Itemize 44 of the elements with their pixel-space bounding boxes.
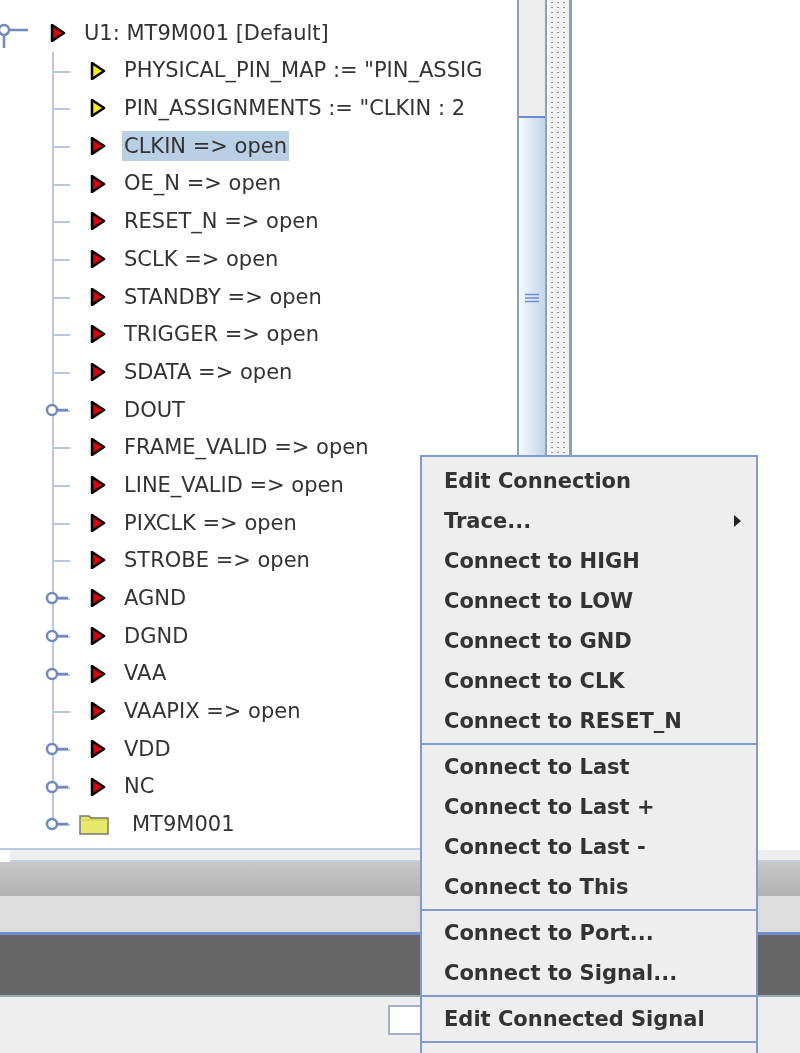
tree-node[interactable]: VAA: [122, 658, 169, 689]
menu-item[interactable]: Connect to Port...: [422, 913, 756, 953]
menu-item[interactable]: Connect to HIGH: [422, 541, 756, 581]
collapsed-handle-icon[interactable]: [44, 401, 70, 418]
menu-item[interactable]: Connect to Last -: [422, 827, 756, 867]
tree-node[interactable]: PIN_ASSIGNMENTS := "CLKIN : 2: [122, 93, 468, 124]
tree-node[interactable]: DOUT: [122, 394, 187, 425]
collapsed-handle-icon[interactable]: [44, 816, 70, 833]
tree-node[interactable]: CLKIN => open: [122, 130, 289, 162]
tree-node[interactable]: LINE_VALID => open: [122, 469, 346, 501]
tree-node[interactable]: PHYSICAL_PIN_MAP := "PIN_ASSIG: [122, 55, 485, 86]
tree-node[interactable]: TRIGGER => open: [122, 319, 321, 350]
tree-node[interactable]: OE_N => open: [122, 168, 283, 199]
tree-node[interactable]: VAAPIX => open: [122, 696, 303, 727]
menu-item[interactable]: Connect to GND: [422, 621, 756, 661]
collapsed-handle-icon[interactable]: [44, 628, 70, 644]
menu-item[interactable]: Connect to Last: [422, 747, 756, 787]
tree-node[interactable]: PIXCLK => open: [122, 507, 299, 538]
tree-node[interactable]: SDATA => open: [122, 356, 295, 388]
menu-item[interactable]: Connect to Signal...: [422, 953, 756, 993]
collapsed-handle-icon[interactable]: [44, 665, 70, 682]
tree-node[interactable]: NC: [122, 771, 157, 802]
tree-node[interactable]: MT9M001: [130, 809, 237, 840]
collapsed-handle-icon[interactable]: [44, 778, 70, 795]
menu-item[interactable]: Edit Connection: [422, 461, 756, 501]
tree-node[interactable]: RESET_N => open: [122, 206, 321, 237]
menu-item[interactable]: Connect to RESET_N: [422, 701, 756, 741]
menu-item[interactable]: Connect to CLK: [422, 661, 756, 701]
tree-node[interactable]: SCLK => open: [122, 243, 281, 275]
grip-icon: [525, 293, 539, 303]
tree-node[interactable]: FRAME_VALID => open: [122, 432, 371, 463]
tree-node[interactable]: AGND: [122, 583, 189, 614]
menu-item[interactable]: Connect to Last +: [422, 787, 756, 827]
collapsed-handle-icon[interactable]: [44, 741, 70, 758]
collapsed-handle-icon[interactable]: [44, 590, 70, 607]
expanded-handle-icon[interactable]: [0, 22, 30, 48]
tree-node[interactable]: STANDBY => open: [122, 281, 324, 312]
tree-node[interactable]: U1: MT9M001 [Default]: [82, 17, 331, 48]
tree-node[interactable]: VDD: [122, 733, 173, 765]
menu-item[interactable]: Trace...: [422, 501, 756, 541]
menu-item[interactable]: Connect to This: [422, 867, 756, 907]
tree-node[interactable]: DGND: [122, 620, 191, 651]
menu-item[interactable]: Connect to LOW: [422, 581, 756, 621]
tree-node[interactable]: STROBE => open: [122, 545, 312, 576]
